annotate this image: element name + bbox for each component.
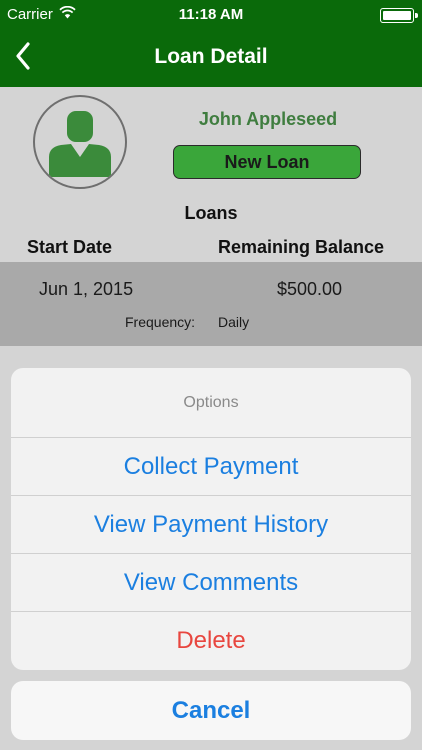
loan-start-date: Jun 1, 2015 (39, 279, 134, 299)
action-sheet-title: Options (11, 368, 411, 438)
status-time: 11:18 AM (178, 6, 244, 23)
view-comments-button[interactable]: View Comments (11, 554, 411, 612)
loans-heading: Loans (184, 203, 238, 223)
avatar (33, 95, 127, 189)
header: Carrier 11:18 AM Loan Detail (0, 0, 422, 87)
loan-row[interactable]: Jun 1, 2015 $500.00 Frequency: Daily (0, 262, 422, 346)
collect-payment-button[interactable]: Collect Payment (11, 438, 411, 496)
options-action-sheet: Options Collect Payment View Payment His… (11, 368, 411, 670)
page-title: Loan Detail (154, 45, 268, 68)
delete-button[interactable]: Delete (11, 612, 411, 670)
status-bar: Carrier 11:18 AM (0, 0, 422, 30)
person-icon (35, 111, 125, 187)
new-loan-button[interactable]: New Loan (173, 145, 361, 179)
user-name: John Appleseed (198, 109, 338, 129)
frequency-value: Daily (218, 314, 250, 330)
loan-remaining-balance: $500.00 (277, 279, 343, 299)
column-header-start-date: Start Date (27, 237, 113, 257)
profile-section: John Appleseed New Loan Loans Start Date… (0, 87, 422, 262)
battery-icon (380, 8, 418, 23)
nav-bar: Loan Detail (0, 30, 422, 87)
column-header-remaining-balance: Remaining Balance (218, 237, 385, 257)
frequency-label: Frequency: (125, 314, 196, 330)
cancel-button[interactable]: Cancel (11, 681, 411, 740)
view-payment-history-button[interactable]: View Payment History (11, 496, 411, 554)
